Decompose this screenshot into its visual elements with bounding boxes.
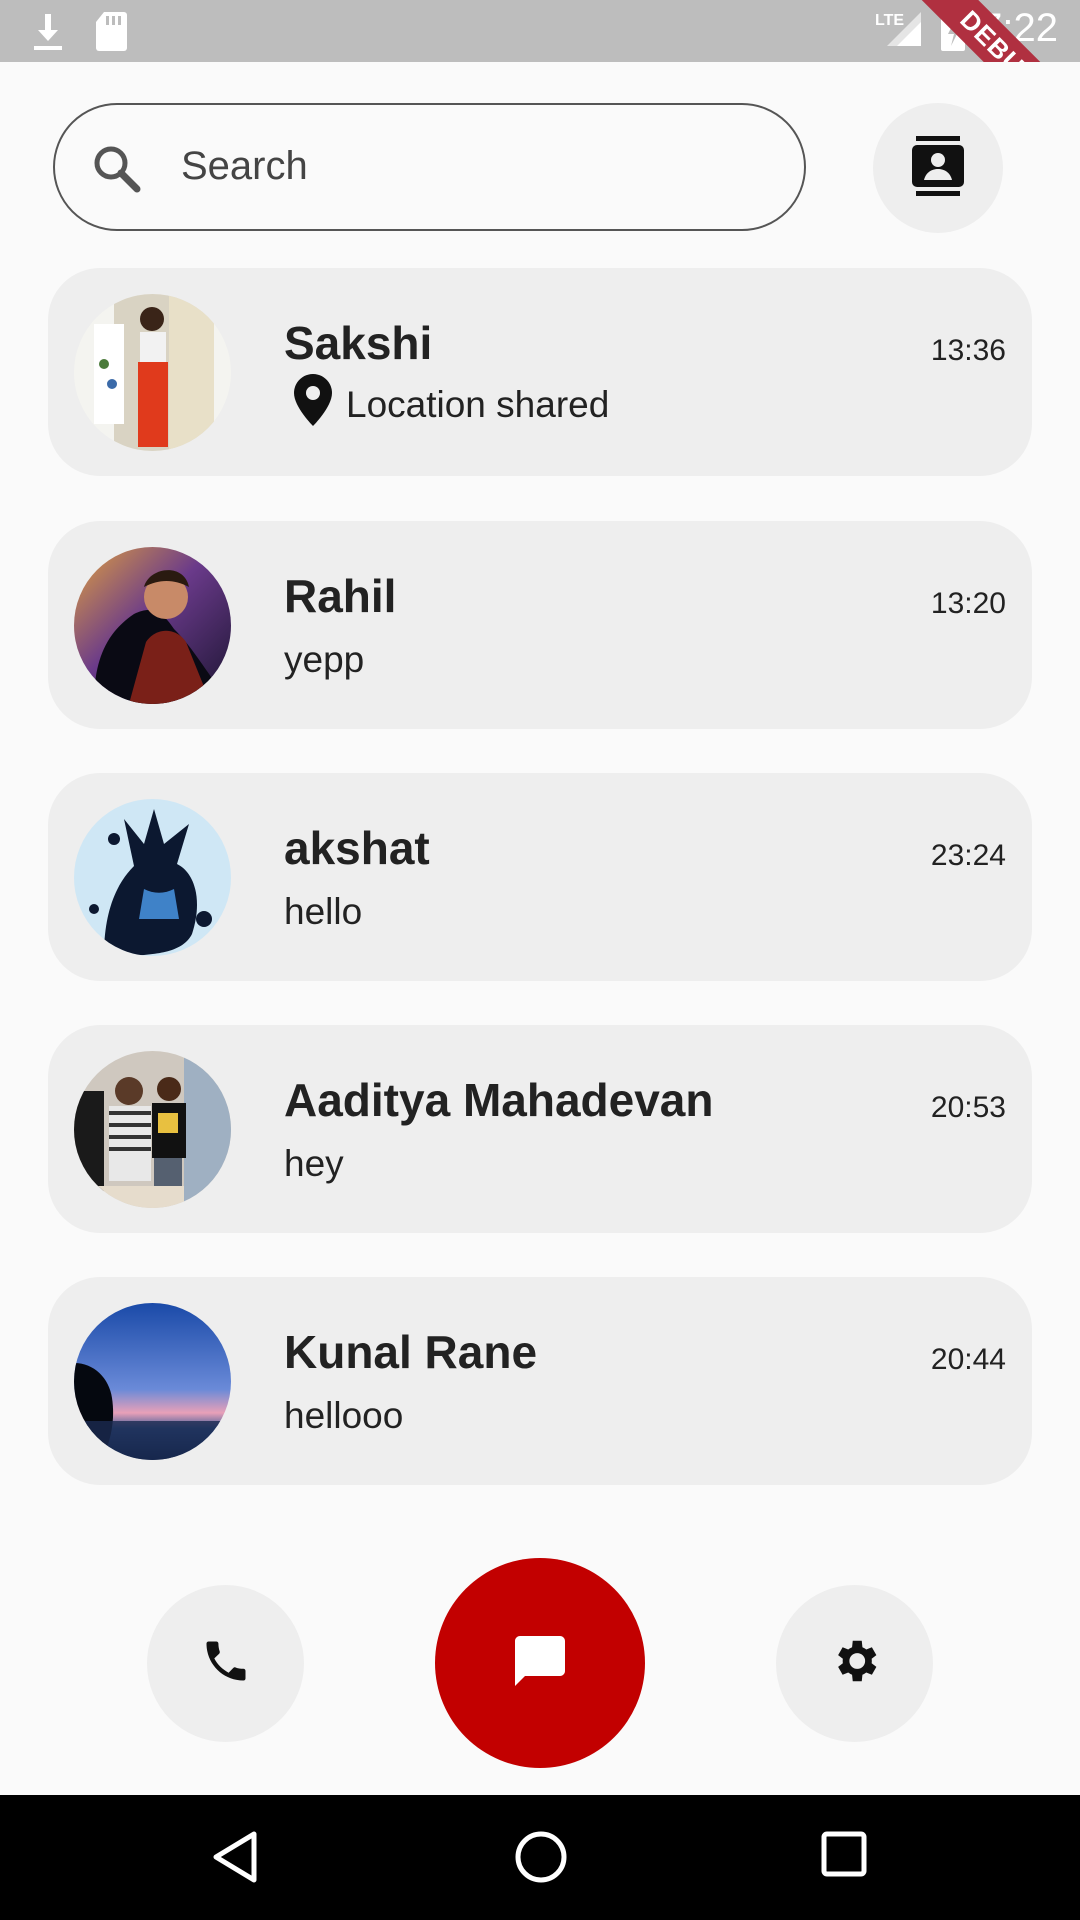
chat-item-akshat[interactable]: akshat hello 23:24 — [48, 773, 1032, 981]
home-icon[interactable] — [514, 1830, 568, 1889]
signal-icon — [885, 10, 923, 53]
chat-last-message: hellooo — [284, 1395, 404, 1436]
gear-icon — [828, 1634, 882, 1693]
chat-item-aaditya-mahadevan[interactable]: Aaditya Mahadevan hey 20:53 — [48, 1025, 1032, 1233]
back-icon[interactable] — [210, 1830, 260, 1889]
settings-button[interactable] — [776, 1585, 933, 1742]
chat-item-rahil[interactable]: Rahil yepp 13:20 — [48, 521, 1032, 729]
download-icon — [32, 10, 64, 57]
chat-name: Sakshi — [284, 317, 433, 369]
calls-button[interactable] — [147, 1585, 304, 1742]
avatar — [74, 547, 231, 704]
chat-name: akshat — [284, 822, 430, 874]
search-bar[interactable] — [53, 103, 806, 231]
chat-name: Aaditya Mahadevan — [284, 1074, 714, 1126]
chat-last-message: Location shared — [346, 383, 610, 425]
status-bar: LTE 7:22 DEBUG — [0, 0, 1080, 62]
recents-icon[interactable] — [820, 1830, 868, 1883]
last-message: Location shared — [294, 374, 609, 435]
chat-time: 23:24 — [930, 839, 1006, 872]
chat-icon — [510, 1631, 570, 1696]
phone-icon — [200, 1635, 252, 1692]
avatar — [74, 1051, 231, 1208]
chat-name: Rahil — [284, 570, 397, 622]
avatar — [74, 1303, 231, 1460]
chat-last-message: hello — [284, 891, 363, 932]
contacts-button[interactable] — [873, 103, 1003, 233]
chat-name: Kunal Rane — [284, 1326, 538, 1378]
chats-button[interactable] — [435, 1558, 645, 1768]
avatar — [74, 799, 231, 956]
search-icon — [91, 143, 141, 198]
contacts-icon — [910, 135, 966, 201]
chat-time: 13:36 — [930, 334, 1006, 367]
system-navigation-bar — [0, 1795, 1080, 1920]
location-pin-icon — [294, 374, 332, 435]
chat-time: 20:44 — [930, 1343, 1006, 1376]
avatar — [74, 294, 231, 451]
chat-last-message: hey — [284, 1143, 344, 1184]
chat-time: 20:53 — [930, 1091, 1006, 1124]
chat-time: 13:20 — [930, 587, 1006, 620]
sd-card-icon — [94, 10, 128, 57]
chat-last-message: yepp — [284, 639, 365, 680]
chat-item-kunal-rane[interactable]: Kunal Rane hellooo 20:44 — [48, 1277, 1032, 1485]
search-input[interactable] — [179, 133, 743, 199]
chat-item-sakshi[interactable]: Sakshi Location shared 13:36 — [48, 268, 1032, 476]
